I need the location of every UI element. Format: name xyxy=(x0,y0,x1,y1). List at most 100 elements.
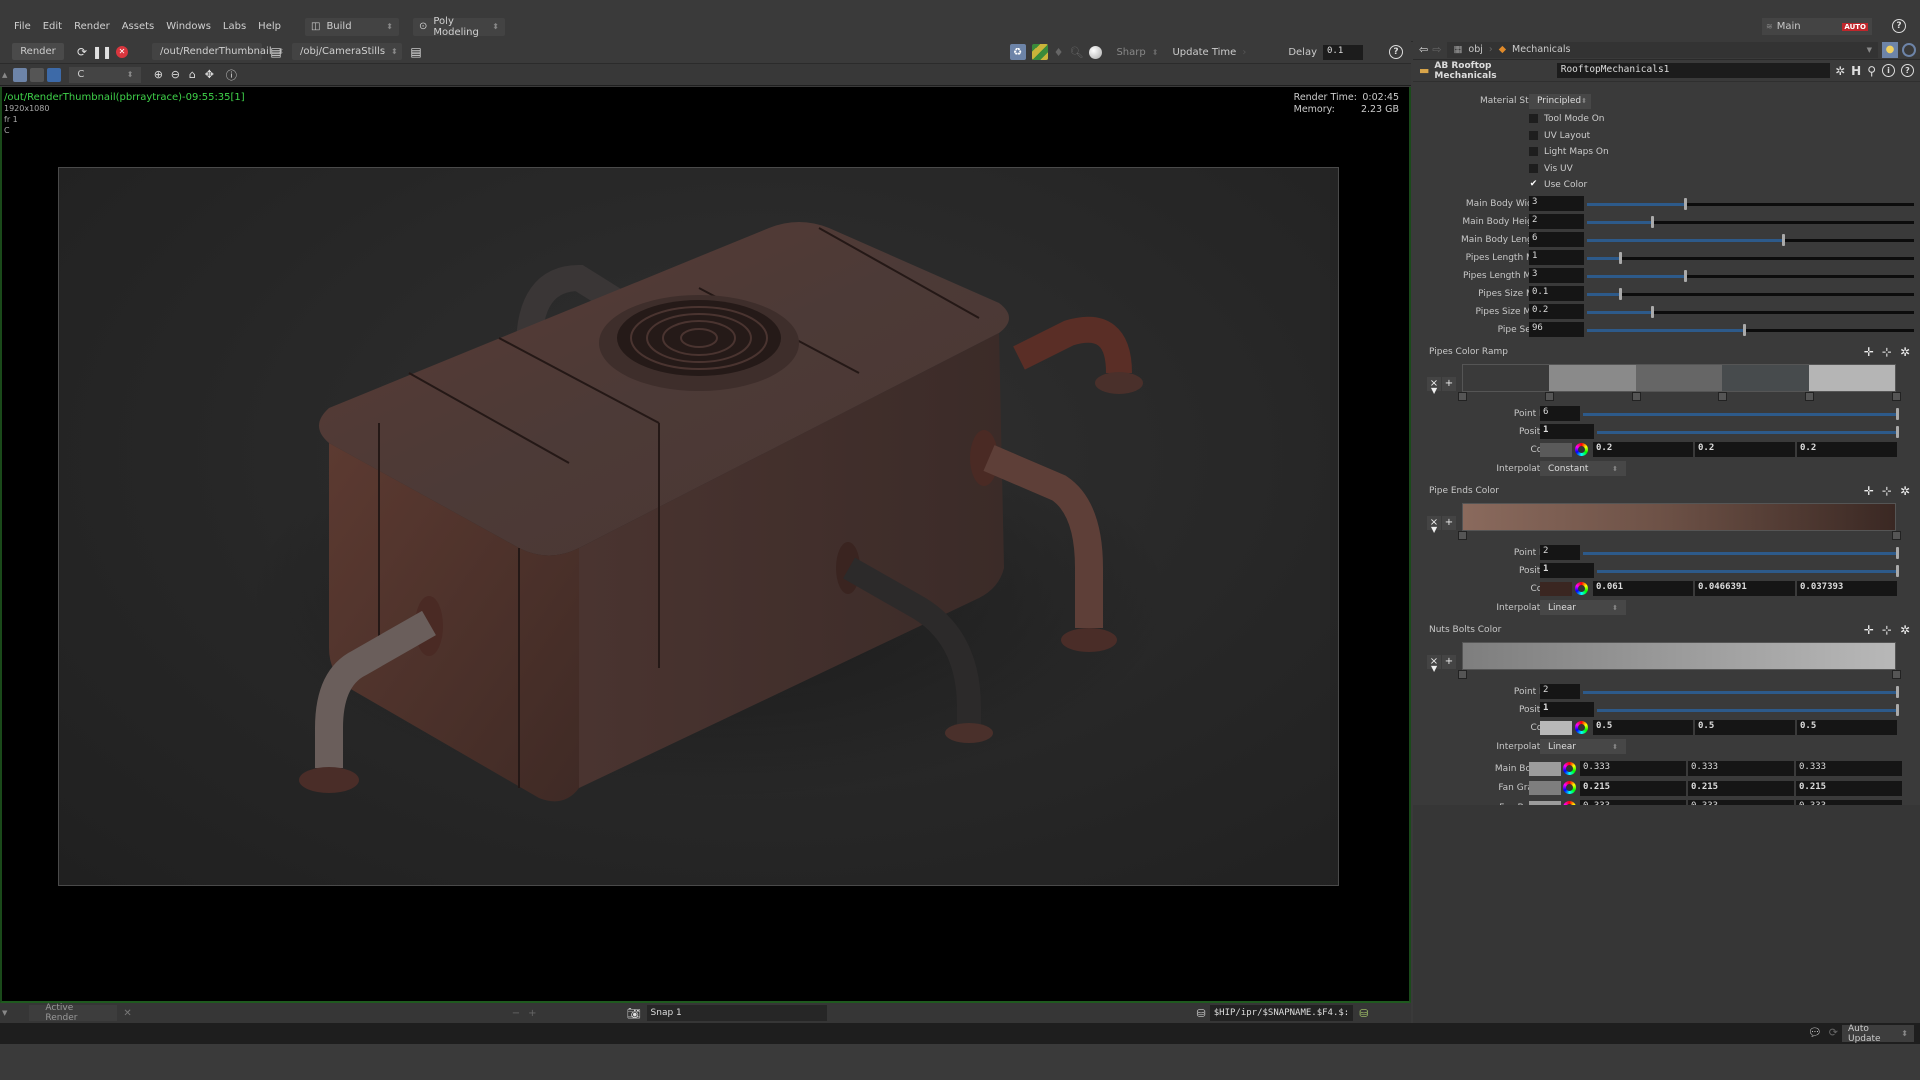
ramp-spread-icon[interactable]: ✛ xyxy=(1864,484,1874,498)
main-desk-select[interactable]: ≋ Main AUTO xyxy=(1762,18,1872,35)
checkbox-use-color[interactable]: ✔ xyxy=(1529,180,1538,189)
rop-path-select[interactable]: /out/RenderThumbnail ⬍ xyxy=(152,43,284,60)
material-style-select[interactable]: Principled ⬍ xyxy=(1529,93,1591,109)
color-swatch[interactable] xyxy=(1529,781,1561,795)
slider-handle[interactable] xyxy=(1896,703,1899,716)
slider-handle[interactable] xyxy=(1651,305,1655,318)
slider-value-field[interactable]: 96 xyxy=(1529,322,1584,337)
point-no-field[interactable]: 2 xyxy=(1540,684,1580,699)
dropdown-icon[interactable]: ▼ xyxy=(1867,46,1872,54)
checkbox-light-maps-on[interactable] xyxy=(1529,147,1538,156)
home-icon[interactable]: ⌂ xyxy=(185,68,199,82)
slider-track[interactable] xyxy=(1587,305,1914,318)
houdini-h-icon[interactable]: H xyxy=(1851,64,1861,78)
menu-render[interactable]: Render xyxy=(68,21,116,32)
minus-icon[interactable]: − xyxy=(512,1008,520,1019)
update-time-label[interactable]: Update Time xyxy=(1172,47,1236,58)
menu-file[interactable]: File xyxy=(8,21,37,32)
slider-value-field[interactable]: 3 xyxy=(1529,268,1584,283)
menu-edit[interactable]: Edit xyxy=(37,21,68,32)
save-snapshot-icon[interactable]: ⛁ xyxy=(1197,1007,1206,1020)
point-no-field[interactable]: 2 xyxy=(1540,545,1580,560)
pin-icon[interactable]: ● xyxy=(1882,41,1898,58)
link-icon[interactable] xyxy=(1902,42,1916,57)
gear-icon[interactable]: ✲ xyxy=(1835,64,1845,78)
sharp-label[interactable]: Sharp xyxy=(1116,47,1145,58)
color-component-field[interactable]: 0.0466391 xyxy=(1695,581,1795,596)
color-wheel-icon[interactable] xyxy=(1575,720,1588,734)
slider-handle[interactable] xyxy=(1684,197,1688,210)
delay-input[interactable]: 0.1 xyxy=(1323,44,1363,60)
slider-handle[interactable] xyxy=(1896,564,1899,577)
color-component-field[interactable]: 0.2 xyxy=(1797,442,1897,457)
ramp-key-handle[interactable] xyxy=(1892,391,1901,401)
shelf-select[interactable]: ⊙ Poly Modeling ⬍ xyxy=(412,16,505,38)
slider-track[interactable] xyxy=(1587,323,1914,336)
checkbox-vis-uv[interactable] xyxy=(1529,163,1538,173)
ramp-step-icon[interactable]: ⊹ xyxy=(1882,345,1892,359)
checkbox-tool-mode-on[interactable] xyxy=(1529,114,1538,123)
recycle-icon[interactable]: ♻ xyxy=(1009,44,1026,60)
color-ramp[interactable] xyxy=(1462,641,1896,670)
slider-handle[interactable] xyxy=(1618,287,1622,300)
slider-handle[interactable] xyxy=(1896,407,1899,420)
color-wheel-icon[interactable] xyxy=(1563,781,1576,794)
slider-value-field[interactable]: 1 xyxy=(1529,250,1584,265)
active-render-select[interactable]: Active Render xyxy=(29,1003,118,1023)
slider-handle[interactable] xyxy=(1651,215,1655,228)
info-icon[interactable]: ⓘ xyxy=(224,68,238,82)
point-no-field[interactable]: 6 xyxy=(1540,406,1580,421)
magnify-icon[interactable]: 🔍︎ xyxy=(1069,46,1083,59)
ramp-key-handle[interactable] xyxy=(1805,391,1815,401)
point-no-slider[interactable] xyxy=(1583,407,1899,420)
ramp-key-handle[interactable] xyxy=(1458,391,1467,401)
auto-update-select[interactable]: Auto Update ⬍ xyxy=(1842,1024,1914,1044)
slider-value-field[interactable]: 0.1 xyxy=(1529,286,1584,301)
slider-handle[interactable] xyxy=(1684,269,1688,282)
slider-handle[interactable] xyxy=(1896,685,1899,698)
expand-toggle-icon[interactable]: ▼ xyxy=(1431,525,1437,534)
color-component-field[interactable]: 0.215 xyxy=(1688,780,1794,796)
interpolation-select[interactable]: Linear ⬍ xyxy=(1540,600,1626,615)
sphere-icon[interactable] xyxy=(1089,45,1103,59)
position-slider[interactable] xyxy=(1597,564,1899,577)
color-component-field[interactable]: 0.215 xyxy=(1580,780,1686,796)
add-key-icon[interactable]: + xyxy=(1442,376,1456,391)
color-component-field[interactable]: 0.333 xyxy=(1796,761,1902,776)
plus-icon[interactable]: + xyxy=(528,1008,536,1019)
compare-view-icon[interactable] xyxy=(30,67,45,82)
render-viewer[interactable]: /out/RenderThumbnail(pbrraytrace)-09:55:… xyxy=(0,87,1411,1003)
menu-labs[interactable]: Labs xyxy=(217,21,252,32)
color-component-field[interactable]: 0.2 xyxy=(1593,442,1693,457)
ramp-key-handle[interactable] xyxy=(1892,530,1901,540)
menu-windows[interactable]: Windows xyxy=(160,21,217,32)
color-wheel-icon[interactable] xyxy=(1575,442,1588,456)
back-arrow-icon[interactable]: ⇦ xyxy=(1419,43,1428,56)
interpolation-select[interactable]: Constant ⬍ xyxy=(1540,461,1626,476)
light-bulb-icon[interactable]: ♦ xyxy=(1054,46,1064,59)
position-field[interactable]: 1 xyxy=(1540,702,1594,717)
save-disk-icon[interactable]: ⛁ xyxy=(1359,1007,1368,1020)
ramp-step-icon[interactable]: ⊹ xyxy=(1882,484,1892,498)
interpolation-select[interactable]: Linear ⬍ xyxy=(1540,739,1626,754)
channel-select[interactable]: C ⬍ xyxy=(69,66,142,83)
color-swatch[interactable] xyxy=(1529,761,1561,776)
refresh-icon[interactable]: ⟳ xyxy=(74,44,90,60)
point-no-slider[interactable] xyxy=(1583,546,1899,559)
ramp-key-handle[interactable] xyxy=(1631,391,1641,401)
color-component-field[interactable]: 0.333 xyxy=(1580,761,1686,776)
chat-icon[interactable]: 💬︎ xyxy=(1808,1026,1822,1039)
ramp-spread-icon[interactable]: ✛ xyxy=(1864,623,1874,637)
position-slider[interactable] xyxy=(1597,703,1899,716)
help-icon[interactable]: ? xyxy=(1901,63,1914,77)
slider-track[interactable] xyxy=(1587,287,1914,300)
color-wheel-icon[interactable] xyxy=(1575,581,1588,595)
slider-track[interactable] xyxy=(1587,233,1914,246)
menu-help[interactable]: Help xyxy=(252,21,287,32)
color-ramp[interactable] xyxy=(1462,502,1896,531)
position-slider[interactable] xyxy=(1597,425,1899,438)
fit-icon[interactable]: ✥ xyxy=(202,68,216,82)
slider-track[interactable] xyxy=(1587,251,1914,264)
color-component-field[interactable]: 0.061 xyxy=(1593,581,1693,596)
zoom-out-icon[interactable]: ⊖ xyxy=(168,68,182,82)
